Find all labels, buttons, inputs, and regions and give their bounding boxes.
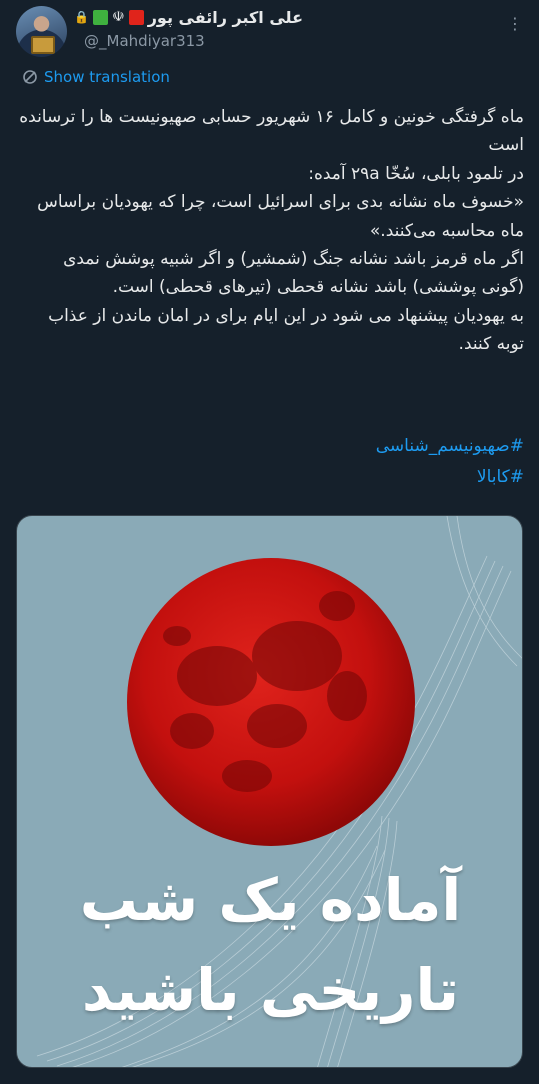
author-display-name[interactable]: علی اکبر رائفی پور: [148, 8, 303, 27]
tweet-line: «خسوف ماه نشانه بدی برای اسرائیل است، چر…: [37, 192, 524, 241]
flag-red-icon: [128, 9, 144, 25]
hashtag-link[interactable]: #کابالا: [18, 462, 524, 493]
tweet-line: ماه گرفتگی خونین و کامل ۱۶ شهریور حسابی …: [19, 107, 524, 156]
tweet-media-image[interactable]: آماده یک شب تاریخی باشید: [16, 515, 523, 1068]
tweet-text: ماه گرفتگی خونین و کامل ۱۶ شهریور حسابی …: [18, 103, 524, 359]
avatar-frame: [31, 36, 55, 54]
hashtag-link[interactable]: #صهیونیسم_شناسی: [18, 431, 524, 462]
emblem-icon: ☫: [112, 9, 125, 25]
avatar[interactable]: [16, 6, 67, 57]
translate-icon: [23, 70, 37, 84]
show-translation-label: Show translation: [44, 68, 170, 86]
flag-green-icon: [93, 9, 109, 25]
author-name-row: علی اکبر رائفی پور ☫ 🔒: [74, 6, 303, 28]
media-title-line2: تاریخی باشید: [81, 956, 460, 1024]
moon: [127, 558, 415, 846]
more-options-icon[interactable]: ⋮: [505, 14, 525, 34]
tweet-line: اگر ماه قرمز باشد نشانه جنگ (شمشیر) و اگ…: [63, 249, 524, 298]
tweet-line: در تلمود بابلی، سُخّا ۲۹a آمده:: [308, 163, 524, 184]
hashtag-list: #صهیونیسم_شناسی #کابالا: [18, 431, 524, 493]
media-title-line1: آماده یک شب: [79, 866, 462, 934]
author-handle[interactable]: @_Mahdiyar313: [84, 32, 205, 50]
tweet-header: علی اکبر رائفی پور ☫ 🔒 @_Mahdiyar313 ⋮: [0, 0, 539, 60]
lock-icon: 🔒: [74, 10, 90, 24]
tweet-line: به یهودیان پیشنهاد می شود در این ایام بر…: [48, 305, 524, 355]
show-translation-link[interactable]: Show translation: [22, 66, 170, 88]
